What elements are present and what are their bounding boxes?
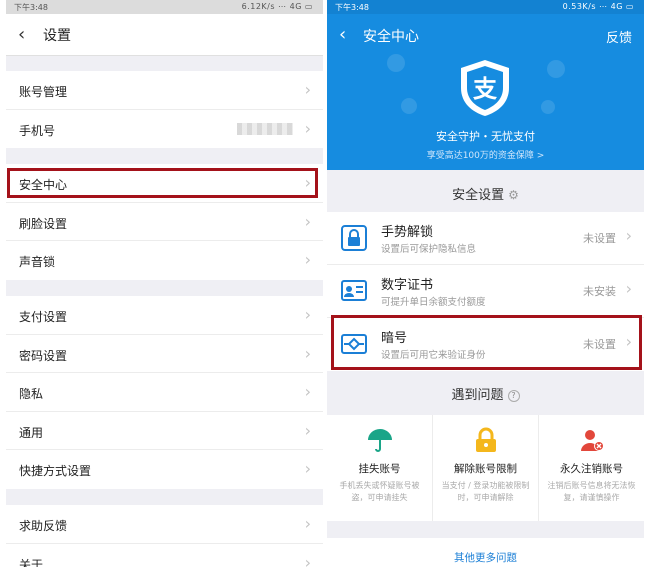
settings-item-label: 手机号: [19, 123, 56, 138]
gear-icon[interactable]: ⚙: [508, 188, 519, 202]
highlight-box-security-center: [7, 168, 318, 198]
settings-item-about[interactable]: 关于 ›: [6, 544, 323, 567]
settings-item-voice-lock[interactable]: 声音锁 ›: [6, 241, 323, 280]
blurred-phone-number: [237, 122, 293, 135]
status-bar: 下午3:48 6.12K/s ⋯ 4G ▭: [6, 0, 323, 14]
chevron-right-icon: ›: [625, 226, 632, 245]
decor-bubble: [541, 100, 555, 114]
security-hero-banner: 下午3:48 0.53K/s ⋯ 4G ▭ ‹ 安全中心 反馈 支 安全守护・无…: [327, 0, 644, 170]
settings-item-help[interactable]: 求助反馈 ›: [6, 505, 323, 544]
more-questions-link[interactable]: 其他更多问题: [327, 530, 644, 567]
settings-item-label: 求助反馈: [19, 519, 68, 533]
page-title: 设置: [43, 28, 71, 44]
status-bar: 下午3:48 0.53K/s ⋯ 4G ▭: [327, 0, 644, 14]
settings-item-label: 通用: [19, 425, 44, 440]
status-time: 下午3:48: [14, 3, 48, 12]
settings-item-payment[interactable]: 支付设置 ›: [6, 296, 323, 335]
nav-bar: ‹ 设置: [6, 14, 323, 56]
chevron-right-icon: ›: [304, 514, 311, 533]
settings-group-help: 求助反馈 › 关于 ›: [6, 505, 323, 567]
security-item-desc: 可提升单日余额支付额度: [381, 297, 486, 308]
question-icon[interactable]: ?: [507, 390, 520, 402]
help-item-close-account[interactable]: 永久注销账号 注销后账号信息将无法恢复，请谨慎操作: [539, 415, 644, 521]
help-item-unlock-account[interactable]: 解除账号限制 当支付 / 登录功能被限制时，可申请解除: [433, 415, 539, 521]
chevron-right-icon: ›: [304, 211, 311, 231]
chevron-right-icon: ›: [304, 459, 311, 478]
chevron-right-icon: ›: [304, 382, 311, 401]
help-item-name: 永久注销账号: [560, 463, 623, 475]
hero-guarantee-link[interactable]: 享受高达100万的资金保障 >: [327, 148, 644, 161]
security-center-screen: 下午3:48 0.53K/s ⋯ 4G ▭ ‹ 安全中心 反馈 支 安全守护・无…: [327, 0, 644, 567]
security-item-status: 未设置: [583, 232, 616, 245]
settings-item-phone[interactable]: 手机号 ›: [6, 110, 323, 149]
section-title: 遇到问题: [451, 388, 504, 403]
lock-icon: [341, 225, 367, 251]
user-delete-icon: [580, 430, 604, 451]
help-item-desc: 注销后账号信息将无法恢复，请谨慎操作: [547, 481, 636, 502]
security-item-desc: 设置后可保护隐私信息: [381, 244, 477, 255]
settings-item-label: 密码设置: [19, 348, 68, 363]
security-item-gesture[interactable]: 手势解锁 设置后可保护隐私信息 未设置 ›: [327, 212, 644, 265]
security-item-name: 手势解锁: [381, 225, 434, 240]
chevron-right-icon: ›: [304, 118, 311, 138]
alipay-logo-char: 支: [473, 75, 498, 103]
security-item-certificate[interactable]: 数字证书 可提升单日余额支付额度 未安装 ›: [327, 265, 644, 318]
decor-bubble: [547, 60, 565, 78]
settings-screen: 下午3:48 6.12K/s ⋯ 4G ▭ ‹ 设置 账号管理 › 手机号 › …: [6, 0, 323, 567]
page-title: 安全中心: [363, 29, 419, 45]
settings-item-label: 账号管理: [19, 85, 68, 99]
settings-item-general[interactable]: 通用 ›: [6, 412, 323, 450]
back-icon[interactable]: ‹: [339, 24, 346, 45]
settings-item-label: 支付设置: [19, 310, 68, 324]
decor-bubble: [401, 98, 417, 114]
settings-item-privacy[interactable]: 隐私 ›: [6, 373, 323, 412]
settings-item-account[interactable]: 账号管理 ›: [6, 71, 323, 110]
chevron-right-icon: ›: [304, 552, 311, 567]
security-item-name: 数字证书: [381, 278, 434, 293]
help-item-name: 挂失账号: [358, 463, 401, 475]
chevron-right-icon: ›: [304, 250, 311, 269]
settings-item-label: 关于: [19, 557, 44, 567]
umbrella-icon: [367, 429, 392, 452]
shield-logo-icon: 支: [461, 60, 509, 116]
settings-item-label: 快捷方式设置: [19, 464, 92, 478]
settings-item-label: 隐私: [19, 387, 44, 401]
certificate-icon: [341, 280, 367, 301]
feedback-button[interactable]: 反馈: [606, 27, 632, 46]
help-item-desc: 当支付 / 登录功能被限制时，可申请解除: [441, 481, 530, 502]
status-info: 0.53K/s ⋯ 4G ▭: [562, 2, 634, 11]
settings-item-face[interactable]: 刷脸设置 ›: [6, 203, 323, 241]
help-item-desc: 手机丢失或怀疑账号被盗，可申请挂失: [339, 481, 420, 502]
help-options: 挂失账号 手机丢失或怀疑账号被盗，可申请挂失 解除账号限制 当支付 / 登录功能…: [327, 415, 644, 521]
settings-group-general: 支付设置 › 密码设置 › 隐私 › 通用 › 快捷方式设置 ›: [6, 296, 323, 489]
chevron-right-icon: ›: [304, 305, 311, 324]
settings-item-label: 刷脸设置: [19, 216, 68, 231]
help-item-name: 解除账号限制: [454, 463, 517, 475]
chevron-right-icon: ›: [304, 343, 311, 363]
chevron-right-icon: ›: [304, 80, 311, 99]
help-item-report-loss[interactable]: 挂失账号 手机丢失或怀疑账号被盗，可申请挂失: [327, 415, 433, 521]
hero-slogan: 安全守护・无忧支付: [436, 130, 535, 143]
chevron-right-icon: ›: [625, 279, 632, 298]
back-icon[interactable]: ‹: [18, 24, 25, 45]
settings-item-password[interactable]: 密码设置 ›: [6, 335, 323, 373]
status-info: 6.12K/s ⋯ 4G ▭: [241, 2, 313, 11]
highlight-box-secret-code: [331, 315, 642, 370]
padlock-icon: [475, 427, 496, 452]
section-title: 安全设置: [452, 188, 505, 203]
settings-group-account: 账号管理 › 手机号 ›: [6, 71, 323, 148]
status-time: 下午3:48: [335, 3, 369, 12]
security-item-status: 未安装: [583, 285, 616, 298]
decor-bubble: [387, 54, 405, 72]
settings-item-shortcuts[interactable]: 快捷方式设置 ›: [6, 450, 323, 489]
settings-item-label: 声音锁: [19, 255, 56, 269]
chevron-right-icon: ›: [304, 420, 311, 440]
